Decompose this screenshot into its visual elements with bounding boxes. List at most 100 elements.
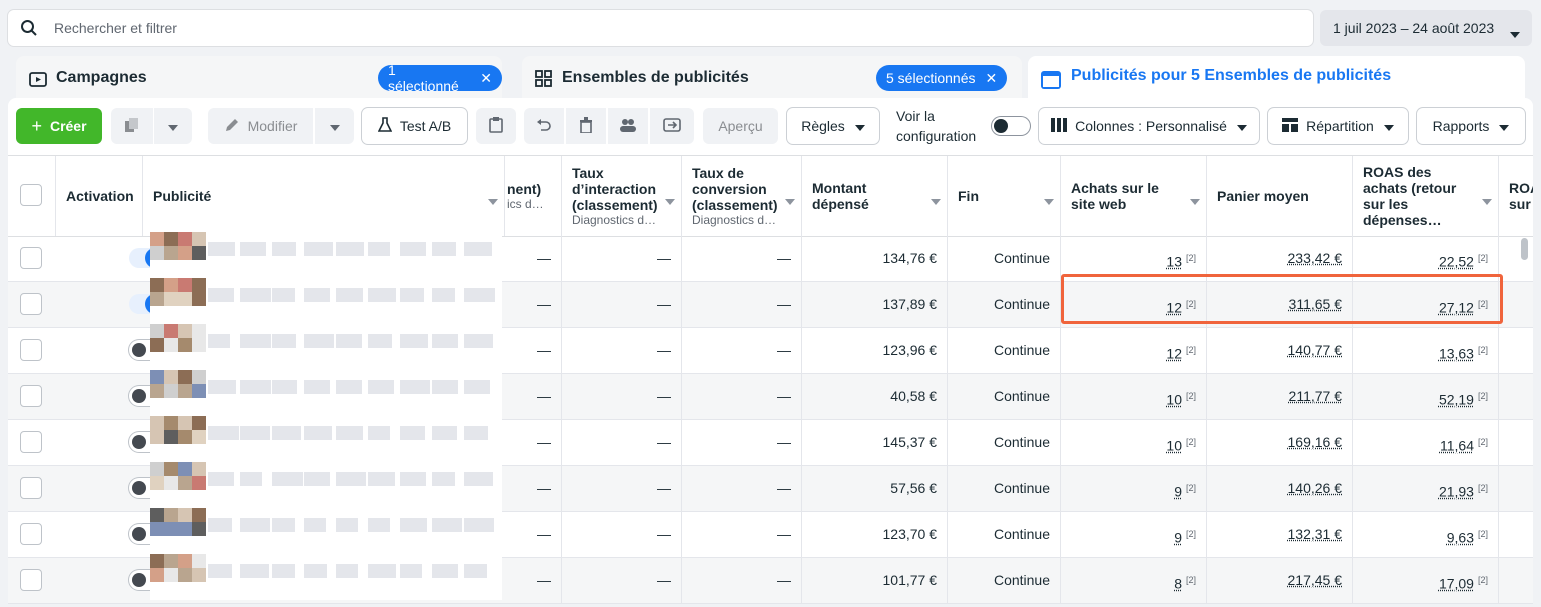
- columns-button[interactable]: Colonnes : Personnalisé: [1039, 108, 1259, 144]
- undo-button[interactable]: [524, 108, 564, 144]
- row-checkbox[interactable]: [20, 247, 42, 269]
- clipboard-button[interactable]: [476, 108, 516, 144]
- purchases-cell[interactable]: 9 [2]: [1061, 512, 1207, 557]
- purchases-cell[interactable]: 12 [2]: [1061, 328, 1207, 373]
- breakdown-label: Répartition: [1306, 118, 1374, 134]
- sort-icon[interactable]: [1044, 192, 1054, 208]
- close-icon[interactable]: ✕: [480, 70, 492, 87]
- search-input[interactable]: Rechercher et filtrer: [54, 20, 177, 36]
- avg-basket-cell[interactable]: 211,77 €: [1207, 374, 1353, 419]
- avg-basket-value: 140,26 €: [1288, 480, 1343, 496]
- reports-label: Rapports: [1433, 118, 1490, 134]
- purchases-cell[interactable]: 10 [2]: [1061, 374, 1207, 419]
- header-end[interactable]: Fin: [948, 156, 1061, 236]
- footnote-marker: [2]: [1478, 345, 1488, 355]
- header-roas-2[interactable]: ROA sur: [1499, 156, 1533, 236]
- plus-icon: +: [31, 116, 42, 137]
- header-avg-basket[interactable]: Panier moyen: [1207, 156, 1353, 236]
- rules-button[interactable]: Règles: [787, 108, 879, 144]
- roas-cell[interactable]: 13,63 [2]: [1353, 328, 1499, 373]
- sort-icon[interactable]: [1190, 192, 1200, 208]
- row-checkbox[interactable]: [20, 523, 42, 545]
- row-checkbox[interactable]: [20, 569, 42, 591]
- breakdown-button[interactable]: Répartition: [1268, 108, 1408, 144]
- config-label: Voir la configuration: [896, 106, 986, 146]
- reports-button[interactable]: Rapports: [1417, 108, 1525, 144]
- header-interaction-rate[interactable]: Taux d’interaction (classement) Diagnosti…: [562, 156, 682, 236]
- ab-test-button[interactable]: Test A/B: [362, 108, 467, 144]
- preview-button[interactable]: Aperçu: [703, 108, 778, 144]
- row-checkbox[interactable]: [20, 477, 42, 499]
- roas-cell[interactable]: 52,19 [2]: [1353, 374, 1499, 419]
- interaction-rate-cell: —: [562, 282, 682, 327]
- header-conversion-rate[interactable]: Taux de conversion (classement) Diagnosti…: [682, 156, 802, 236]
- columns-label: Colonnes : Personnalisé: [1075, 118, 1227, 134]
- selection-pill-campaigns[interactable]: 1 sélectionné ✕: [378, 65, 502, 91]
- search-icon: [20, 19, 38, 42]
- trash-icon: [579, 117, 593, 136]
- row-checkbox[interactable]: [20, 431, 42, 453]
- export-button[interactable]: [650, 108, 694, 144]
- audience-button[interactable]: [608, 108, 648, 144]
- edit-dropdown[interactable]: [315, 108, 354, 144]
- avg-basket-cell[interactable]: 217,45 €: [1207, 558, 1353, 603]
- roas-cell[interactable]: 11,64 [2]: [1353, 420, 1499, 465]
- row-checkbox[interactable]: [20, 385, 42, 407]
- conversion-rate-cell: —: [682, 420, 802, 465]
- roas-cell[interactable]: 17,09 [2]: [1353, 558, 1499, 603]
- header-roas[interactable]: ROAS des achats (retour sur les dépenses…: [1353, 156, 1499, 236]
- duplicate-dropdown[interactable]: [154, 108, 192, 144]
- interaction-rate-cell: —: [562, 328, 682, 373]
- select-all-checkbox[interactable]: [20, 184, 42, 206]
- amount-spent-cell: 123,70 €: [802, 512, 948, 557]
- sort-icon[interactable]: [1482, 192, 1492, 208]
- header-activation[interactable]: Activation: [56, 156, 143, 236]
- header-conversion-sub: Diagnostics d…: [692, 213, 781, 227]
- delete-button[interactable]: [566, 108, 606, 144]
- avg-basket-cell[interactable]: 169,16 €: [1207, 420, 1353, 465]
- roas-cell[interactable]: 21,93 [2]: [1353, 466, 1499, 511]
- header-partial-column[interactable]: nent) ics d…: [505, 156, 562, 236]
- close-icon[interactable]: ✕: [986, 70, 998, 87]
- create-button[interactable]: + Créer: [16, 108, 102, 144]
- purchases-value: 10: [1166, 392, 1182, 408]
- selection-pill-adsets[interactable]: 5 sélectionnés ✕: [876, 65, 1007, 91]
- duplicate-button[interactable]: [111, 108, 153, 144]
- avg-basket-cell[interactable]: 140,77 €: [1207, 328, 1353, 373]
- edit-button[interactable]: Modifier: [208, 108, 313, 144]
- row-checkbox[interactable]: [20, 293, 42, 315]
- avg-basket-cell[interactable]: 140,26 €: [1207, 466, 1353, 511]
- partial-cell: —: [505, 374, 562, 419]
- header-ad[interactable]: Publicité: [143, 156, 505, 236]
- header-purchases[interactable]: Achats sur le site web: [1061, 156, 1207, 236]
- avg-basket-cell[interactable]: 132,31 €: [1207, 512, 1353, 557]
- roas-value: 9,63: [1447, 530, 1474, 546]
- row-checkbox[interactable]: [20, 339, 42, 361]
- header-conversion-label: Taux de conversion (classement): [692, 165, 778, 213]
- sort-icon[interactable]: [665, 192, 675, 208]
- columns-icon: [1051, 118, 1067, 135]
- blurred-ad-previews: [150, 226, 502, 600]
- sort-icon[interactable]: [785, 192, 795, 208]
- search-bar[interactable]: Rechercher et filtrer: [8, 10, 1313, 46]
- footnote-marker: [2]: [1478, 437, 1488, 447]
- purchases-value: 8: [1174, 576, 1182, 592]
- toggle-knob: [132, 435, 146, 449]
- ab-test-label: Test A/B: [400, 118, 451, 134]
- sort-icon[interactable]: [488, 192, 498, 208]
- purchases-cell[interactable]: 9 [2]: [1061, 466, 1207, 511]
- chevron-down-icon: [855, 118, 865, 134]
- roas-cell[interactable]: 9,63 [2]: [1353, 512, 1499, 557]
- purchases-cell[interactable]: 10 [2]: [1061, 420, 1207, 465]
- chevron-down-icon: [1510, 25, 1520, 41]
- header-amount-spent[interactable]: Montant dépensé: [802, 156, 948, 236]
- header-basket-label: Panier moyen: [1217, 188, 1332, 204]
- date-range-picker[interactable]: 1 juil 2023 – 24 août 2023: [1320, 10, 1532, 46]
- footnote-marker: [2]: [1478, 253, 1488, 263]
- purchases-cell[interactable]: 8 [2]: [1061, 558, 1207, 603]
- conversion-rate-cell: —: [682, 328, 802, 373]
- vertical-scrollbar[interactable]: [1521, 238, 1528, 260]
- conversion-rate-cell: —: [682, 558, 802, 603]
- sort-icon[interactable]: [931, 192, 941, 208]
- config-toggle[interactable]: [992, 117, 1030, 135]
